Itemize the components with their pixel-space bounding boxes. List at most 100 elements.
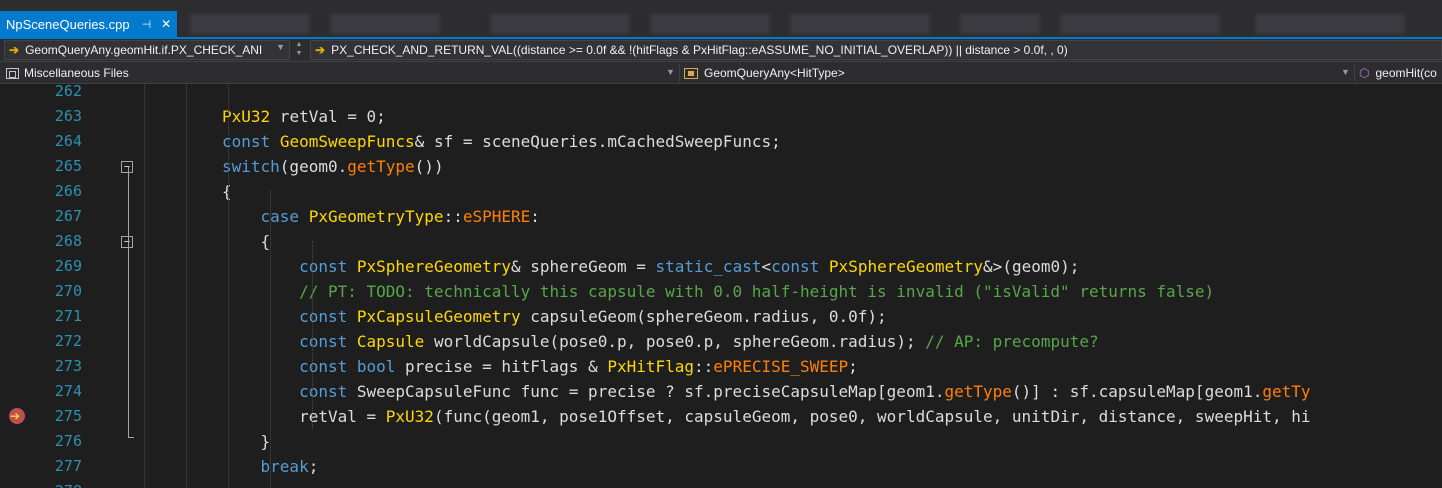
tab-obscured[interactable] (1060, 14, 1220, 34)
tab-obscured[interactable] (330, 14, 440, 34)
code-text: retVal = PxU32(func(geom1, pose1Offset, … (222, 404, 1311, 429)
files-icon (6, 67, 19, 79)
code-editor[interactable]: 262 263 PxU32 retVal = 0; 264 const GeomSwee… (0, 85, 1442, 488)
chevron-down-icon[interactable]: ▼ (276, 42, 285, 52)
code-token: (func(geom1, pose1Offset, capsuleGeom, p… (433, 407, 1311, 426)
code-token: const (299, 307, 348, 326)
tab-obscured[interactable] (650, 14, 770, 34)
debug-location-toolbar: ➔ GeomQueryAny.geomHit.if.PX_CHECK_ANI ▼… (0, 39, 1442, 62)
line-number: 276 (54, 432, 82, 450)
code-token: PxSphereGeometry (356, 257, 511, 276)
project-label: Miscellaneous Files (24, 66, 129, 80)
type-scope-dropdown[interactable]: GeomQueryAny<HitType> (684, 64, 1344, 82)
code-text: const PxSphereGeometry& sphereGeom = sta… (222, 254, 1079, 279)
code-line[interactable]: 275 retVal = PxU32(func(geom1, pose1Offs… (0, 404, 1442, 429)
code-token: worldCapsule(pose0.p, pose0.p, sphereGeo… (424, 332, 926, 351)
tab-obscured[interactable] (190, 14, 310, 34)
document-tab-strip: NpSceneQueries.cpp ⊣ ✕ (0, 0, 1442, 39)
tab-obscured[interactable] (790, 14, 930, 34)
code-token: const (299, 332, 348, 351)
breakpoint-current-statement-icon[interactable] (9, 408, 25, 424)
code-line[interactable]: 263 PxU32 retVal = 0; (0, 104, 1442, 129)
code-token: retVal = 0; (270, 107, 386, 126)
code-line[interactable]: 267 case PxGeometryType::eSPHERE: (0, 204, 1442, 229)
code-line[interactable]: 277 break; (0, 454, 1442, 479)
navigation-bar: Miscellaneous Files ▼ GeomQueryAny<HitTy… (0, 62, 1442, 84)
code-token: break (260, 457, 309, 476)
code-token: const (299, 357, 348, 376)
tab-npscenequeries[interactable]: NpSceneQueries.cpp ⊣ ✕ (0, 11, 177, 37)
statement-combo[interactable]: ➔ PX_CHECK_AND_RETURN_VAL((distance >= 0… (310, 40, 1442, 60)
code-token: precise = hitFlags & (395, 357, 608, 376)
code-line[interactable]: 266 { (0, 179, 1442, 204)
code-text: // PT: TODO: technically this capsule wi… (222, 279, 1214, 304)
line-number: 278 (28, 479, 82, 488)
divider (679, 64, 680, 82)
code-line[interactable]: 276 } (0, 429, 1442, 454)
collapse-toggle-icon[interactable]: − (121, 236, 133, 248)
code-text: } (222, 429, 271, 454)
code-text: const SweepCapsuleFunc func = precise ? … (222, 379, 1310, 404)
code-token: PxHitFlag (607, 357, 695, 376)
collapse-toggle-icon[interactable]: − (121, 161, 133, 173)
tab-label: NpSceneQueries.cpp (6, 16, 130, 32)
code-token: PxSphereGeometry (828, 257, 984, 276)
code-line[interactable]: 274 const SweepCapsuleFunc func = precis… (0, 379, 1442, 404)
member-dropdown[interactable]: ⬡ geomHit(co (1359, 64, 1442, 82)
code-token: const (299, 257, 348, 276)
line-number: 268 (54, 232, 82, 250)
code-line[interactable]: 278 (0, 479, 1442, 488)
code-token: :: (443, 207, 463, 226)
project-dropdown[interactable]: Miscellaneous Files (6, 64, 671, 82)
code-line[interactable]: 271 const PxCapsuleGeometry capsuleGeom(… (0, 304, 1442, 329)
line-number: 266 (54, 182, 82, 200)
indent-guide (228, 85, 229, 488)
close-icon[interactable]: ✕ (161, 17, 171, 31)
code-token: : (530, 207, 540, 226)
pin-icon[interactable]: ⊣ (142, 18, 152, 31)
code-token: retVal = (222, 407, 386, 426)
code-text: const GeomSweepFuncs& sf = sceneQueries.… (222, 129, 781, 154)
code-token: PxU32 (385, 407, 434, 426)
code-line[interactable]: 273 const bool precise = hitFlags & PxHi… (0, 354, 1442, 379)
tab-obscured[interactable] (960, 14, 1040, 34)
indent-guide (144, 85, 145, 488)
code-line[interactable]: 272 const Capsule worldCapsule(pose0.p, … (0, 329, 1442, 354)
spin-buttons[interactable]: ▲ ▼ (292, 40, 306, 60)
code-token: ; (848, 357, 858, 376)
line-number: 274 (54, 382, 82, 400)
line-number: 264 (54, 132, 82, 150)
code-token: // AP: precompute? (925, 332, 1099, 351)
code-token: } (222, 432, 271, 451)
tab-obscured[interactable] (490, 14, 630, 34)
outlining-line (128, 166, 129, 437)
code-line[interactable]: 270 // PT: TODO: technically this capsul… (0, 279, 1442, 304)
code-token: (geom0. (279, 157, 348, 176)
statement-combo-value: PX_CHECK_AND_RETURN_VAL((distance >= 0.0… (331, 43, 1068, 57)
code-token: ()) (414, 157, 444, 176)
code-token: GeomSweepFuncs (279, 132, 415, 151)
code-token: SweepCapsuleFunc func = precise ? sf.pre… (347, 382, 945, 401)
code-token: // PT: TODO: technically this capsule wi… (222, 282, 1215, 301)
code-line[interactable]: 264 const GeomSweepFuncs& sf = sceneQueri… (0, 129, 1442, 154)
code-line[interactable]: 269 const PxSphereGeometry& sphereGeom =… (0, 254, 1442, 279)
chevron-down-icon[interactable]: ▼ (666, 67, 675, 77)
line-number: 272 (54, 332, 82, 350)
code-token: & sphereGeom = (511, 257, 656, 276)
code-line[interactable]: 265 − switch(geom0.getType()) (0, 154, 1442, 179)
scope-combo[interactable]: ➔ GeomQueryAny.geomHit.if.PX_CHECK_ANI ▼ (4, 40, 290, 60)
type-scope-label: GeomQueryAny<HitType> (704, 66, 845, 80)
scope-combo-value: GeomQueryAny.geomHit.if.PX_CHECK_ANI (25, 43, 263, 57)
code-token: const (771, 257, 820, 276)
line-number: 277 (54, 457, 82, 475)
code-line[interactable]: 262 (0, 85, 1442, 104)
indent-guide (186, 85, 187, 488)
code-token: & sf = sceneQueries.mCachedSweepFuncs; (414, 132, 781, 151)
code-line[interactable]: 268 − { (0, 229, 1442, 254)
tab-obscured[interactable] (1255, 14, 1405, 34)
chevron-down-icon[interactable]: ▼ (1341, 67, 1350, 77)
